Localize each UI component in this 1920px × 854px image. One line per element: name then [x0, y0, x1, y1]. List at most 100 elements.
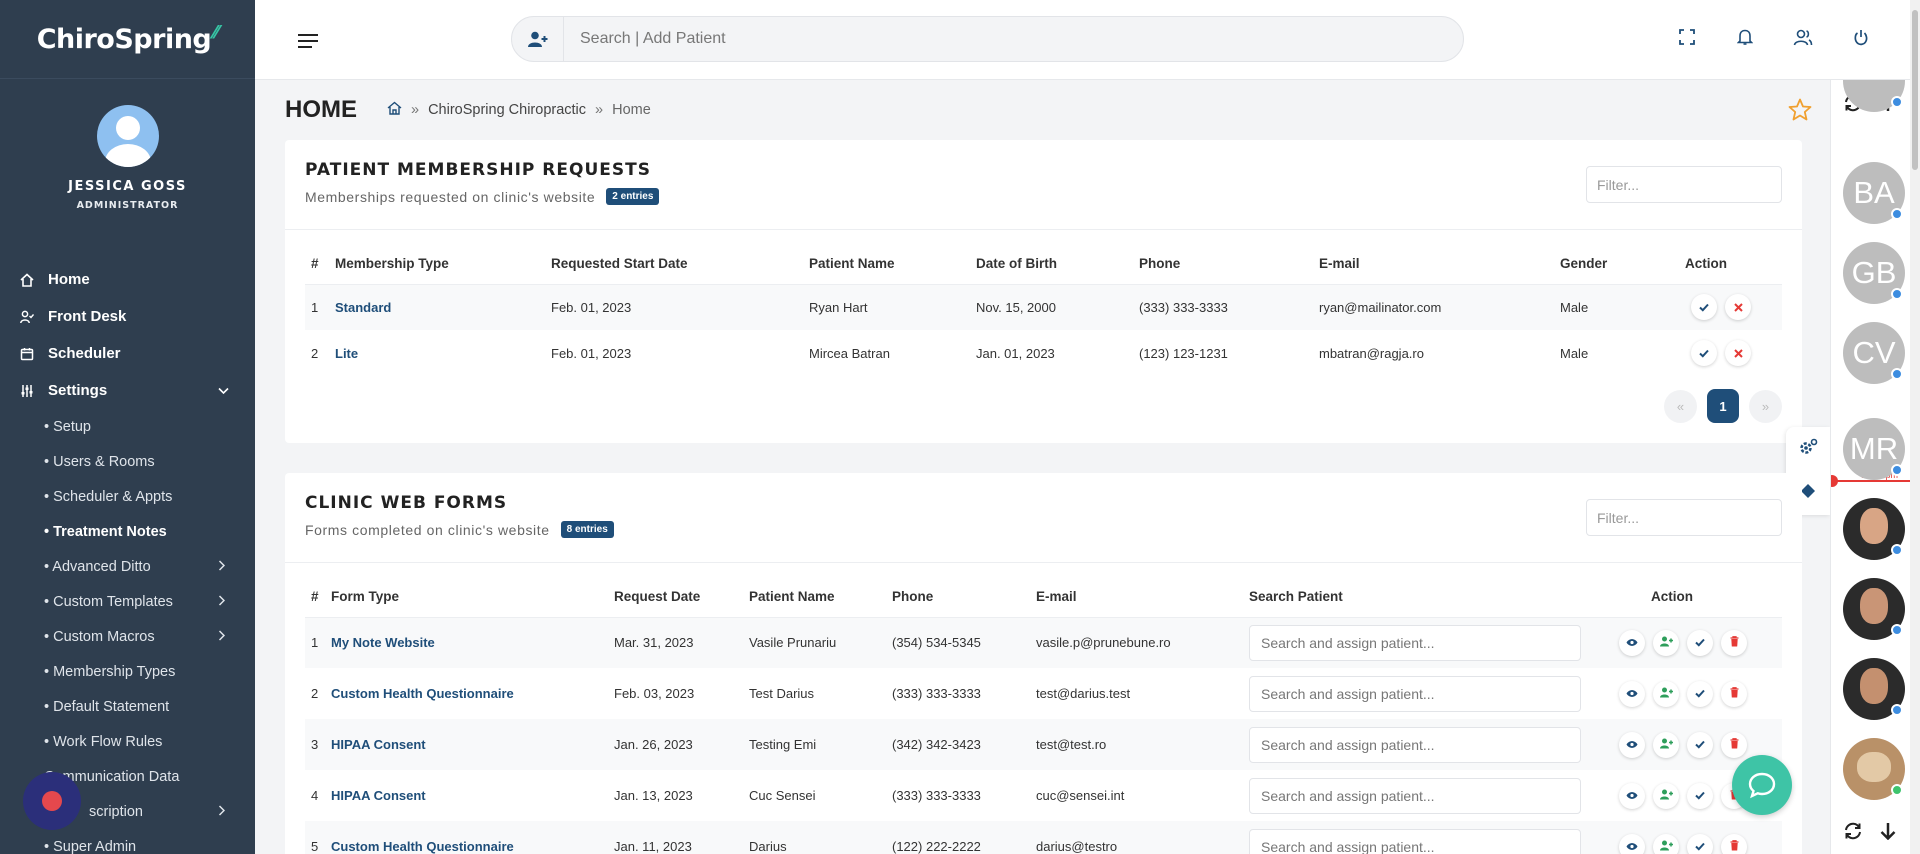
provider-avatar-photo[interactable]	[1843, 578, 1905, 640]
home-icon[interactable]	[387, 101, 402, 119]
nav-home[interactable]: Home	[0, 261, 255, 298]
user-name: JESSICA GOSS	[68, 179, 187, 194]
sub-users-rooms[interactable]: • Users & Rooms	[0, 444, 255, 479]
provider-avatar[interactable]: MR	[1843, 418, 1905, 480]
table-row: 2 Custom Health Questionnaire Feb. 03, 202…	[305, 668, 1782, 719]
reject-button[interactable]	[1725, 294, 1751, 321]
provider-avatar-photo[interactable]	[1843, 658, 1905, 720]
add-patient-button[interactable]	[1653, 833, 1679, 854]
provider-avatar[interactable]: BA	[1843, 162, 1905, 224]
sub-label: • Treatment Notes	[44, 523, 167, 540]
email: cuc@sensei.int	[1036, 788, 1125, 803]
add-patient-button[interactable]	[1653, 680, 1679, 707]
sub-work-flow-rules[interactable]: • Work Flow Rules	[0, 724, 255, 759]
star-icon[interactable]	[1788, 98, 1812, 126]
sub-treatment-notes[interactable]: • Treatment Notes	[0, 514, 255, 549]
view-button[interactable]	[1619, 731, 1645, 758]
col-email: E-mail	[1030, 577, 1243, 618]
membership-type-link[interactable]: Lite	[329, 330, 545, 376]
col-gender: Gender	[1554, 244, 1679, 285]
arrow-down-icon[interactable]	[1873, 816, 1903, 846]
assign-patient-input[interactable]	[1249, 777, 1581, 814]
membership-type-link[interactable]: Standard	[329, 284, 545, 330]
start-date: Feb. 01, 2023	[551, 345, 632, 361]
form-type-link[interactable]: HIPAA Consent	[325, 719, 608, 770]
sub-default-statement[interactable]: • Default Statement	[0, 689, 255, 724]
record-button[interactable]	[23, 772, 81, 830]
reject-button[interactable]	[1725, 340, 1751, 366]
form-type-link[interactable]: My Note Website	[325, 617, 608, 668]
provider-avatar-photo[interactable]	[1843, 498, 1905, 560]
sub-super-admin[interactable]: • Super Admin	[0, 829, 255, 854]
nav-settings[interactable]: Settings	[0, 372, 255, 409]
approve-button[interactable]	[1687, 833, 1713, 854]
users-icon[interactable]	[1792, 26, 1814, 48]
row-num: 2	[311, 686, 319, 701]
card-subtitle: Forms completed on clinic's website 8 ent…	[305, 521, 1782, 538]
search-input[interactable]	[580, 30, 1380, 48]
view-button[interactable]	[1619, 782, 1645, 809]
nav-front-desk[interactable]: Front Desk	[0, 298, 255, 335]
face-photo	[1860, 588, 1888, 624]
refresh-icon[interactable]	[1838, 816, 1868, 846]
menu-toggle-icon[interactable]	[297, 33, 319, 54]
form-type-link[interactable]: Custom Health Questionnaire	[325, 668, 608, 719]
add-patient-button[interactable]	[1653, 782, 1679, 809]
fullscreen-icon[interactable]	[1676, 26, 1698, 48]
scrollbar-thumb[interactable]	[1912, 10, 1918, 170]
assign-patient-input[interactable]	[1249, 624, 1581, 661]
approve-button[interactable]	[1687, 731, 1713, 758]
power-icon[interactable]	[1850, 26, 1872, 48]
view-button[interactable]	[1619, 680, 1645, 707]
brand-logo[interactable]: ChiroSpring ⁄⁄	[0, 0, 255, 78]
sub-custom-templates[interactable]: • Custom Templates	[0, 584, 255, 619]
delete-button[interactable]	[1721, 680, 1747, 707]
form-type-link[interactable]: HIPAA Consent	[325, 770, 608, 821]
sub-setup[interactable]: • Setup	[0, 409, 255, 444]
chat-help-button[interactable]	[1732, 755, 1792, 815]
sub-scheduler-appts[interactable]: • Scheduler & Appts	[0, 479, 255, 514]
gear-settings-icon[interactable]	[1798, 438, 1818, 461]
add-patient-button[interactable]	[1653, 629, 1679, 656]
provider-avatar[interactable]: CV	[1843, 322, 1905, 384]
sub-label: • Users & Rooms	[44, 453, 155, 470]
filter-input[interactable]	[1586, 499, 1782, 536]
pager-current[interactable]: 1	[1707, 389, 1739, 423]
approve-button[interactable]	[1687, 629, 1713, 656]
breadcrumb-clinic[interactable]: ChiroSpring Chiropractic	[428, 102, 586, 118]
pager-next[interactable]: »	[1749, 389, 1782, 423]
user-avatar[interactable]	[96, 105, 159, 167]
row-actions	[1603, 821, 1782, 854]
sub-custom-macros[interactable]: • Custom Macros	[0, 619, 255, 654]
delete-button[interactable]	[1721, 833, 1747, 854]
sub-advanced-ditto[interactable]: • Advanced Ditto	[0, 549, 255, 584]
delete-button[interactable]	[1721, 731, 1747, 758]
subtitle-text: Forms completed on clinic's website	[305, 521, 550, 538]
approve-button[interactable]	[1687, 782, 1713, 809]
provider-avatar[interactable]: GB	[1843, 242, 1905, 304]
row-num: 4	[311, 788, 319, 803]
assign-patient-input[interactable]	[1249, 675, 1581, 712]
approve-button[interactable]	[1691, 294, 1717, 321]
assign-patient-input[interactable]	[1249, 726, 1581, 763]
filter-input[interactable]	[1586, 166, 1782, 203]
sub-membership-types[interactable]: • Membership Types	[0, 654, 255, 689]
provider-avatar-photo[interactable]	[1843, 738, 1905, 800]
view-button[interactable]	[1619, 629, 1645, 656]
form-type-link[interactable]: Custom Health Questionnaire	[325, 821, 608, 854]
bell-icon[interactable]	[1734, 26, 1756, 48]
view-button[interactable]	[1619, 833, 1645, 854]
add-patient-button[interactable]	[1653, 731, 1679, 758]
row-num: 1	[305, 617, 325, 668]
page-scrollbar[interactable]	[1910, 0, 1920, 854]
nav-scheduler[interactable]: Scheduler	[0, 335, 255, 372]
page-title: HOME	[285, 96, 357, 123]
search-patient-cell	[1243, 617, 1603, 668]
approve-button[interactable]	[1691, 340, 1717, 366]
add-patient-icon[interactable]	[512, 17, 564, 61]
approve-button[interactable]	[1687, 680, 1713, 707]
assign-patient-input[interactable]	[1249, 828, 1581, 854]
delete-button[interactable]	[1721, 629, 1747, 656]
calendar-icon	[20, 347, 34, 361]
pager-prev[interactable]: «	[1664, 389, 1697, 423]
